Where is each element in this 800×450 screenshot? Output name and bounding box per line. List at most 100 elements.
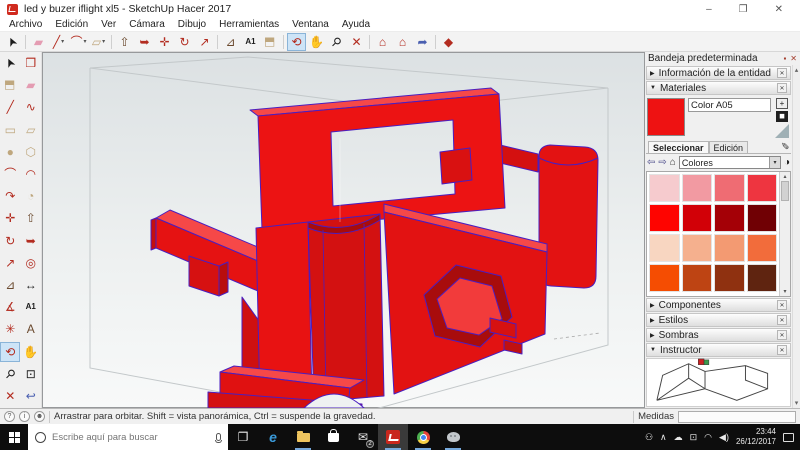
hidden-icons-chevron[interactable]: ∧ bbox=[660, 432, 667, 443]
move-tool-button[interactable]: ✛ bbox=[0, 208, 20, 228]
people-icon[interactable]: ⚇ bbox=[645, 432, 653, 443]
tab-edicion[interactable]: Edición bbox=[708, 141, 749, 153]
menu-dibujo[interactable]: Dibujo bbox=[178, 19, 206, 30]
color-swatch[interactable] bbox=[714, 234, 745, 262]
follow-me-tool-button[interactable]: ➥ bbox=[135, 33, 154, 51]
color-swatch[interactable] bbox=[746, 234, 777, 262]
store-button[interactable] bbox=[318, 424, 348, 450]
microphone-icon[interactable] bbox=[215, 433, 222, 443]
freehand-tool-button[interactable]: ∿ bbox=[21, 97, 41, 117]
section-components[interactable]: ▶ Componentes ✕ bbox=[646, 298, 791, 312]
taskbar-clock[interactable]: 23:44 26/12/2017 bbox=[736, 427, 776, 446]
rectangle-tool-button[interactable]: ▱ ▾ bbox=[89, 33, 108, 51]
rotate-tool-button[interactable]: ↻ bbox=[0, 231, 20, 251]
start-button[interactable] bbox=[0, 424, 28, 450]
circle-tool-button[interactable]: ● bbox=[0, 142, 20, 162]
paint-taskbar-button[interactable] bbox=[438, 424, 468, 450]
paint-bucket-tool-button[interactable]: ◧ bbox=[0, 75, 20, 95]
maximize-button[interactable]: ❐ bbox=[739, 4, 748, 15]
pan-tool-button[interactable]: ✋ bbox=[307, 33, 326, 51]
section-materials[interactable]: ▼ Materiales ✕ bbox=[646, 81, 791, 95]
color-swatch[interactable] bbox=[681, 264, 712, 292]
material-preview[interactable] bbox=[647, 98, 685, 136]
3d-text-tool-button[interactable]: A bbox=[21, 319, 41, 339]
color-swatch[interactable] bbox=[746, 264, 777, 292]
sample-paint-icon[interactable]: ◑ bbox=[784, 157, 790, 168]
search-input[interactable] bbox=[52, 431, 210, 443]
follow-me-tool-button[interactable]: ➥ bbox=[21, 231, 41, 251]
line-tool-button[interactable]: ╱ bbox=[0, 97, 20, 117]
eyedropper-icon[interactable]: ✎ bbox=[781, 139, 789, 150]
tape-measure-tool-button[interactable]: ⊿ bbox=[0, 275, 20, 295]
material-name-field[interactable]: Color A05 bbox=[688, 98, 771, 112]
color-swatch[interactable] bbox=[681, 174, 712, 202]
zoom-extents-button[interactable]: ✕ bbox=[347, 33, 366, 51]
share-model-button[interactable]: ➦ bbox=[413, 33, 432, 51]
offset-tool-button[interactable]: ◎ bbox=[21, 253, 41, 273]
orbit-tool-button[interactable]: ⟲ bbox=[0, 341, 21, 362]
scroll-up-icon[interactable]: ▴ bbox=[783, 173, 786, 180]
section-shadows[interactable]: ▶ Sombras ✕ bbox=[646, 328, 791, 342]
zoom-tool-button[interactable]: ⚲ bbox=[327, 33, 346, 51]
close-icon[interactable]: ✕ bbox=[777, 345, 787, 355]
extension-warehouse-button[interactable]: ⌂ bbox=[393, 33, 412, 51]
pie-tool-button[interactable]: ◔ bbox=[21, 186, 41, 206]
two-point-arc-tool-button[interactable]: ◠ bbox=[21, 164, 41, 184]
info-icon[interactable]: i bbox=[19, 411, 30, 422]
zoom-tool-button[interactable]: ⚲ bbox=[0, 364, 20, 384]
taskbar-search[interactable] bbox=[28, 424, 228, 450]
menu-camara[interactable]: Cámara bbox=[129, 19, 165, 30]
pan-tool-button[interactable]: ✋ bbox=[21, 342, 41, 362]
task-view-button[interactable]: ❐ bbox=[228, 424, 258, 450]
color-swatch[interactable] bbox=[714, 264, 745, 292]
home-icon[interactable]: ⌂ bbox=[670, 157, 676, 168]
edge-taskbar-button[interactable]: e bbox=[258, 424, 288, 450]
color-swatch[interactable] bbox=[649, 234, 680, 262]
3d-warehouse-button[interactable]: ⌂ bbox=[373, 33, 392, 51]
scale-tool-button[interactable]: ↗ bbox=[195, 33, 214, 51]
create-material-icon[interactable]: + bbox=[776, 98, 788, 109]
tab-seleccionar[interactable]: Seleccionar bbox=[648, 141, 709, 153]
color-swatch[interactable] bbox=[714, 204, 745, 232]
section-entity-info[interactable]: ▶ Información de la entidad ✕ bbox=[646, 66, 791, 80]
section-styles[interactable]: ▶ Estilos ✕ bbox=[646, 313, 791, 327]
arc-tool-button[interactable]: ⌒ bbox=[0, 164, 20, 184]
menu-ventana[interactable]: Ventana bbox=[292, 19, 329, 30]
text-tool-button[interactable]: A1 bbox=[241, 33, 260, 51]
select-tool-button[interactable]: ➤ bbox=[3, 33, 22, 51]
close-icon[interactable]: ✕ bbox=[790, 54, 797, 63]
color-swatch[interactable] bbox=[649, 264, 680, 292]
scroll-up-icon[interactable]: ▴ bbox=[795, 66, 799, 74]
zoom-extents-button[interactable]: ✕ bbox=[0, 386, 20, 406]
line-tool-button[interactable]: ╱ ▾ bbox=[49, 33, 68, 51]
eraser-tool-button[interactable]: ▰ bbox=[21, 75, 41, 95]
section-instructor[interactable]: ▼ Instructor ✕ bbox=[646, 343, 791, 357]
rotate-tool-button[interactable]: ↻ bbox=[175, 33, 194, 51]
close-button[interactable]: ✕ bbox=[775, 4, 783, 15]
back-arrow-icon[interactable]: ⇦ bbox=[647, 157, 655, 168]
rotated-rectangle-tool-button[interactable]: ▱ bbox=[21, 120, 41, 140]
tape-measure-tool-button[interactable]: ⊿ bbox=[221, 33, 240, 51]
monitor-icon[interactable]: ⊡ bbox=[690, 432, 698, 443]
speaker-icon[interactable]: ◀) bbox=[719, 432, 729, 443]
forward-arrow-icon[interactable]: ⇨ bbox=[658, 157, 666, 168]
paint-bucket-tool-button[interactable]: ◧ bbox=[261, 33, 280, 51]
menu-edicion[interactable]: Edición bbox=[55, 19, 88, 30]
polygon-tool-button[interactable]: ⬡ bbox=[21, 142, 41, 162]
select-tool-button[interactable]: ➤ bbox=[0, 53, 20, 73]
collection-dropdown[interactable]: Colores ▾ bbox=[678, 156, 781, 169]
color-swatch[interactable] bbox=[714, 174, 745, 202]
file-explorer-button[interactable] bbox=[288, 424, 318, 450]
sketchup-taskbar-button[interactable] bbox=[378, 424, 408, 450]
eraser-tool-button[interactable]: ▰ bbox=[29, 33, 48, 51]
close-icon[interactable]: ✕ bbox=[777, 330, 787, 340]
three-point-arc-tool-button[interactable]: ↷ bbox=[0, 186, 20, 206]
push-pull-tool-button[interactable]: ⇧ bbox=[21, 208, 41, 228]
zoom-window-tool-button[interactable]: ⊡ bbox=[21, 364, 41, 384]
move-tool-button[interactable]: ✛ bbox=[155, 33, 174, 51]
onedrive-cloud-icon[interactable]: ☁ bbox=[674, 432, 683, 443]
color-swatch[interactable] bbox=[649, 204, 680, 232]
menu-ver[interactable]: Ver bbox=[101, 19, 116, 30]
model-viewport[interactable] bbox=[42, 52, 645, 408]
protractor-tool-button[interactable]: ∡ bbox=[0, 297, 20, 317]
